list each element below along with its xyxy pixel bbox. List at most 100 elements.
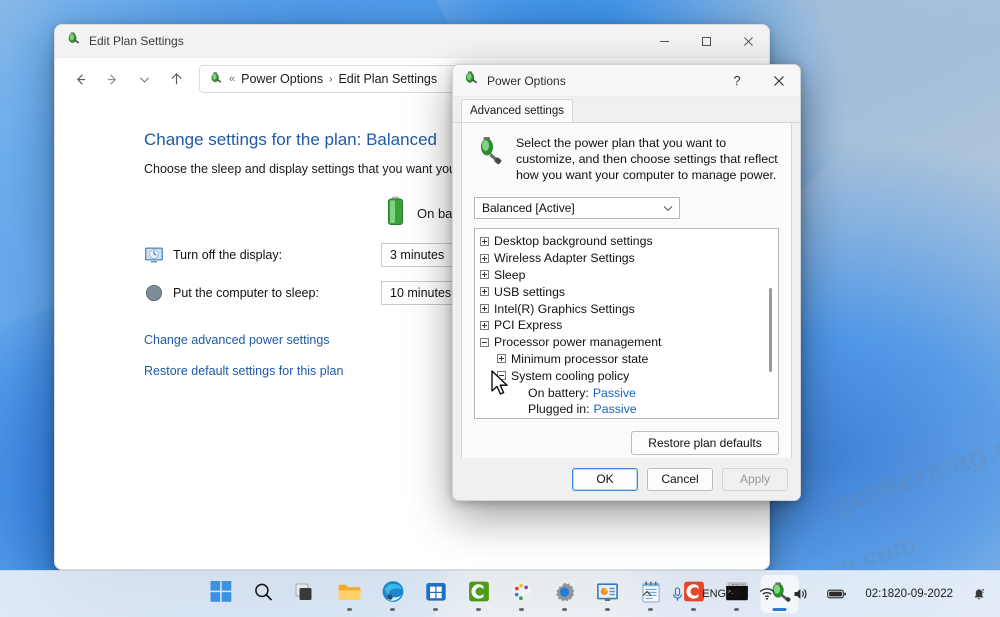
taskbar-powerpoint[interactable] (589, 575, 627, 613)
setting-label-put-to-sleep: Put the computer to sleep: (173, 286, 319, 300)
tree-node-spacer (514, 388, 523, 397)
help-button[interactable]: ? (716, 65, 758, 97)
link-change-advanced-power-settings[interactable]: Change advanced power settings (144, 333, 330, 347)
taskbar-running-indicator (648, 608, 653, 611)
tree-node[interactable]: Plugged in: Passive (480, 401, 778, 418)
collapse-icon[interactable] (497, 371, 506, 381)
dialog-pane: Select the power plan that you want to c… (461, 123, 792, 471)
wifi-icon[interactable] (754, 583, 780, 605)
clock-time: 02:18 (865, 588, 895, 600)
taskbar-running-indicator (605, 608, 610, 611)
advanced-settings-tree[interactable]: Desktop background settings Wireless Adap… (474, 228, 779, 419)
close-button[interactable] (727, 25, 769, 58)
taskbar-file-explorer[interactable] (331, 575, 369, 613)
ok-button[interactable]: OK (572, 467, 638, 491)
taskbar-search-button[interactable] (245, 575, 283, 613)
minimize-button[interactable] (643, 25, 685, 58)
tree-node[interactable]: Minimum processor state (480, 351, 778, 368)
watermark: geekermag.com (826, 414, 1000, 523)
expand-icon[interactable] (480, 253, 489, 263)
restore-plan-defaults-button[interactable]: Restore plan defaults (631, 431, 779, 455)
expand-icon[interactable] (480, 304, 489, 314)
forward-button[interactable] (97, 65, 127, 93)
language-line-1: ENG (702, 588, 727, 600)
taskbar-running-indicator (562, 608, 567, 611)
taskbar-task-view-button[interactable] (288, 575, 326, 613)
tree-node-label: USB settings (494, 284, 566, 299)
tree-node-value[interactable]: Passive (593, 386, 636, 400)
tree-node-label: Processor power management (494, 335, 662, 350)
link-restore-default-settings[interactable]: Restore default settings for this plan (144, 364, 343, 378)
store-icon (425, 581, 446, 607)
language-indicator[interactable]: ENG US (697, 584, 746, 604)
cancel-button[interactable]: Cancel (647, 467, 713, 491)
tree-node[interactable]: PCI Express (480, 317, 778, 334)
expand-icon[interactable] (497, 354, 506, 364)
restore-defaults-row: Restore plan defaults (472, 431, 779, 455)
up-button[interactable] (161, 65, 191, 93)
taskbar-microsoft-edge[interactable] (374, 575, 412, 613)
window-title-group: Edit Plan Settings (55, 31, 643, 51)
tree-node[interactable]: USB settings (480, 283, 778, 300)
taskbar[interactable]: C:\WINDOWS >_ ENG US 02:18 20-09-2022 z (0, 570, 1000, 617)
clock[interactable]: 02:18 20-09-2022 (860, 583, 958, 605)
tree-node[interactable]: System cooling policy (480, 367, 778, 384)
bell-icon[interactable]: z (966, 582, 992, 606)
tree-scrollbar-thumb[interactable] (769, 288, 772, 372)
back-button[interactable] (65, 65, 95, 93)
tree-node[interactable]: Sleep (480, 267, 778, 284)
window-controls (643, 25, 769, 58)
maximize-button[interactable] (685, 25, 727, 58)
taskbar-settings[interactable] (546, 575, 584, 613)
taskbar-paint[interactable] (503, 575, 541, 613)
recent-locations-button[interactable] (129, 65, 159, 93)
paint-icon (511, 581, 533, 608)
expand-icon[interactable] (480, 236, 489, 246)
battery-icon[interactable] (822, 584, 852, 604)
edge-icon (381, 580, 404, 608)
tree-node[interactable]: Desktop background settings (480, 233, 778, 250)
tree-node[interactable]: Processor power management (480, 334, 778, 351)
dialog-titlebar[interactable]: Power Options ? (453, 65, 800, 97)
search-icon (254, 582, 274, 607)
tree-node[interactable]: Wireless Adapter Settings (480, 250, 778, 267)
tree-node-value[interactable]: Passive (594, 402, 637, 416)
power-options-dialog[interactable]: Power Options ? Advanced settings Select… (452, 64, 801, 501)
display-icon (144, 245, 164, 265)
tree-node-label: Sleep (494, 267, 526, 282)
breadcrumb-overflow[interactable]: « (229, 73, 235, 85)
taskbar-microsoft-store[interactable] (417, 575, 455, 613)
mic-icon[interactable] (666, 583, 689, 606)
task-view-icon (295, 582, 318, 607)
speaker-icon[interactable] (788, 583, 814, 605)
power-plan-icon (463, 70, 479, 91)
tree-node[interactable]: Intel(R) Graphics Settings (480, 300, 778, 317)
tree-node-label: Desktop background settings (494, 234, 653, 249)
taskbar-running-indicator (691, 608, 696, 611)
collapse-icon[interactable] (480, 337, 489, 347)
taskbar-running-indicator (390, 608, 395, 611)
powerpoint-icon (597, 582, 619, 607)
dialog-footer: OK Cancel Apply (453, 458, 800, 500)
tab-advanced-settings[interactable]: Advanced settings (461, 99, 573, 122)
taskbar-running-indicator (772, 608, 787, 611)
breadcrumb-item-power-options[interactable]: Power Options (241, 72, 323, 86)
breadcrumb-item-edit-plan-settings[interactable]: Edit Plan Settings (338, 72, 437, 86)
expand-icon[interactable] (480, 320, 489, 330)
taskbar-start-button[interactable] (202, 575, 240, 613)
windows-logo (210, 581, 231, 607)
tree-node-label: Plugged in: (528, 402, 590, 417)
tree-node[interactable]: On battery: Passive (480, 384, 778, 401)
tree-node-spacer (514, 405, 523, 414)
plan-selector-dropdown[interactable]: Balanced [Active] (474, 197, 680, 219)
tree-scrollbar[interactable] (764, 230, 777, 417)
taskbar-app-green-c[interactable] (460, 575, 498, 613)
expand-icon[interactable] (480, 270, 489, 280)
window-titlebar[interactable]: Edit Plan Settings (55, 25, 769, 58)
dialog-close-button[interactable] (758, 65, 800, 97)
tray-overflow-button[interactable] (636, 584, 658, 604)
tree-list: Desktop background settings Wireless Adap… (475, 229, 778, 418)
dialog-title: Power Options (487, 73, 566, 88)
gear-icon (554, 581, 576, 608)
expand-icon[interactable] (480, 287, 489, 297)
